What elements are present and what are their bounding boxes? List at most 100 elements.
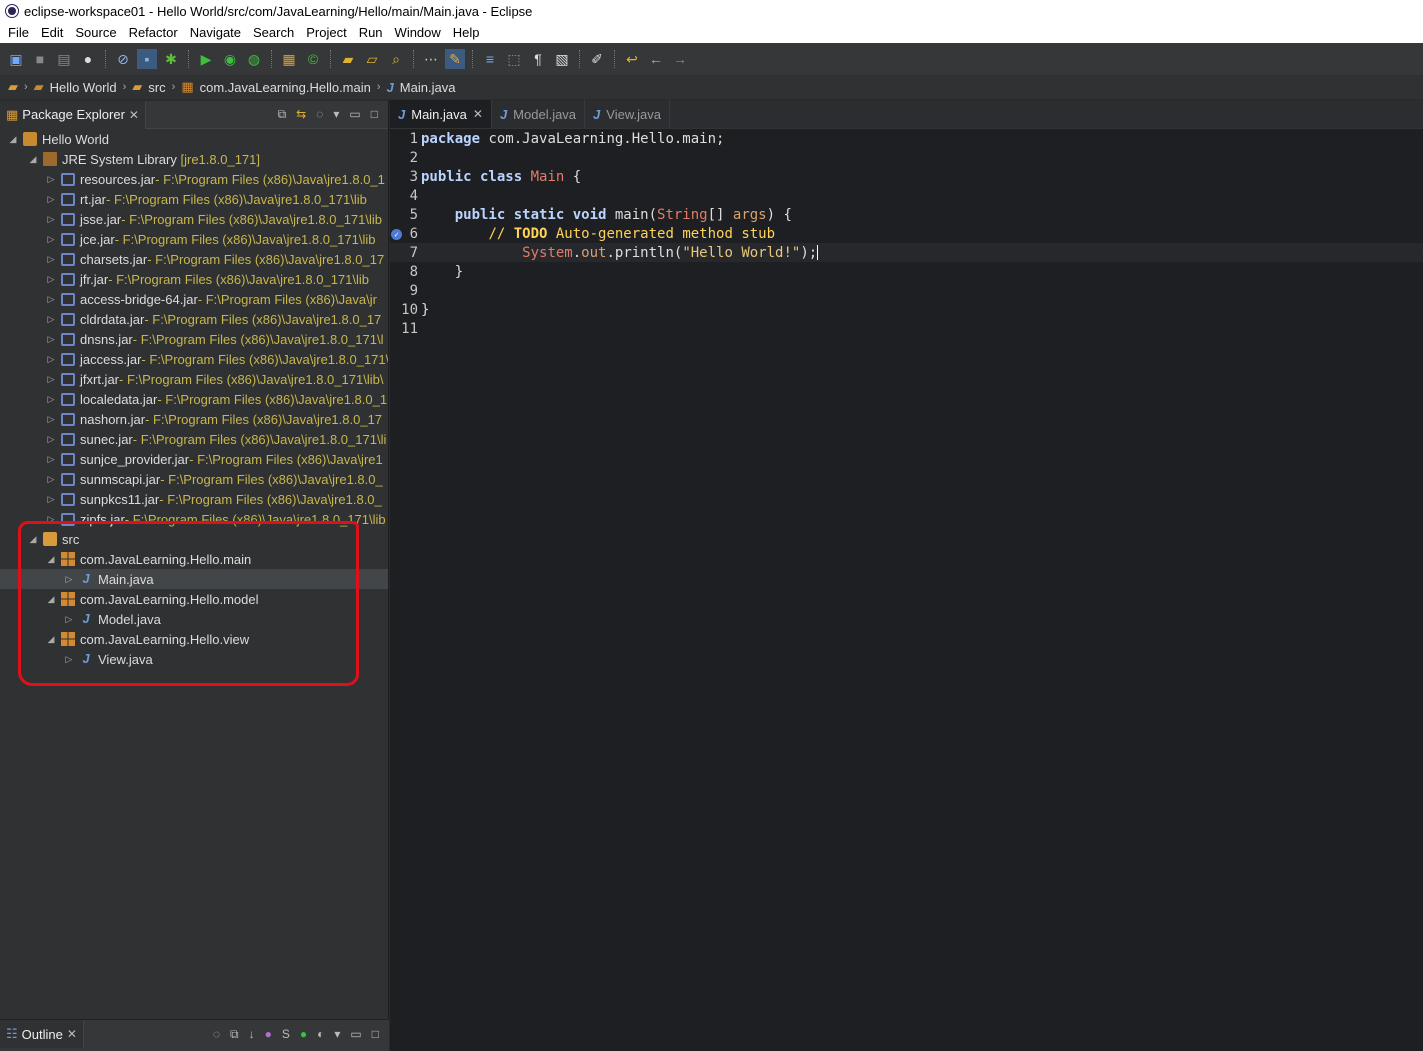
debug-icon[interactable]: ✱ <box>161 49 181 69</box>
collapse-icon[interactable]: ▷ <box>44 294 58 305</box>
collapse-all-icon[interactable]: ⧉ <box>278 107 287 122</box>
save-icon[interactable]: ■ <box>30 49 50 69</box>
toggle-mark-icon[interactable]: ▪ <box>137 49 157 69</box>
collapse-icon[interactable]: ▷ <box>44 354 58 365</box>
tree-file-model[interactable]: ▷ J Model.java <box>0 609 388 629</box>
tree-jar[interactable]: ▷ zipfs.jar - F:\Program Files (x86)\Java… <box>0 509 388 529</box>
task-marker-icon[interactable]: ✓ <box>391 228 402 240</box>
tree-jar[interactable]: ▷ jsse.jar - F:\Program Files (x86)\Java\… <box>0 209 388 229</box>
collapse-icon[interactable]: ▷ <box>44 414 58 425</box>
menu-source[interactable]: Source <box>69 25 122 40</box>
breadcrumb-folder[interactable]: src <box>148 80 165 95</box>
account-icon[interactable]: ● <box>78 49 98 69</box>
tree-package-model[interactable]: ◢ com.JavaLearning.Hello.model <box>0 589 388 609</box>
tab-package-explorer[interactable]: ▦ Package Explorer ✕ <box>0 100 146 129</box>
breadcrumb-package[interactable]: com.JavaLearning.Hello.main <box>200 80 371 95</box>
menu-search[interactable]: Search <box>247 25 300 40</box>
menu-help[interactable]: Help <box>447 25 486 40</box>
coverage-icon[interactable]: ◉ <box>220 49 240 69</box>
expand-icon[interactable]: ◢ <box>44 554 58 565</box>
tab-main-java[interactable]: J Main.java ✕ <box>390 100 492 128</box>
collapse-icon[interactable]: ▷ <box>44 194 58 205</box>
tab-view-java[interactable]: J View.java <box>585 100 670 128</box>
tree-package-main[interactable]: ◢ com.JavaLearning.Hello.main <box>0 549 388 569</box>
expand-icon[interactable]: ◢ <box>44 594 58 605</box>
collapse-icon[interactable]: ▷ <box>44 214 58 225</box>
menu-run[interactable]: Run <box>353 25 389 40</box>
menu-refactor[interactable]: Refactor <box>123 25 184 40</box>
collapse-icon[interactable]: ▷ <box>44 174 58 185</box>
close-icon[interactable]: ✕ <box>473 107 483 121</box>
expand-icon[interactable]: ◢ <box>44 634 58 645</box>
menu-edit[interactable]: Edit <box>35 25 69 40</box>
open-type-icon[interactable]: ▰ <box>338 49 358 69</box>
collapse-icon[interactable]: ▷ <box>44 374 58 385</box>
back-icon[interactable]: ← <box>646 49 666 69</box>
workspace-icon[interactable]: ▰ <box>8 79 18 95</box>
focus-icon[interactable]: ◌ <box>316 107 323 122</box>
focus-icon[interactable]: ◌ <box>213 1027 220 1042</box>
new-icon[interactable]: ▣ <box>6 49 26 69</box>
link-with-editor-icon[interactable]: ⇆ <box>296 107 306 122</box>
hide-local-types-icon[interactable]: ◐ <box>317 1027 324 1042</box>
run-icon[interactable]: ▶ <box>196 49 216 69</box>
collapse-icon[interactable]: ▷ <box>44 434 58 445</box>
tree-jar[interactable]: ▷ nashorn.jar - F:\Program Files (x86)\Ja… <box>0 409 388 429</box>
tree-jar[interactable]: ▷ charsets.jar - F:\Program Files (x86)\J… <box>0 249 388 269</box>
expand-icon[interactable]: ◢ <box>26 534 40 545</box>
hide-static-icon[interactable]: S <box>282 1027 290 1042</box>
tree-package-view[interactable]: ◢ com.JavaLearning.Hello.view <box>0 629 388 649</box>
view-menu-icon[interactable]: ▾ <box>333 107 339 122</box>
tree-jar[interactable]: ▷ jfr.jar - F:\Program Files (x86)\Java\j… <box>0 269 388 289</box>
show-whitespace-icon[interactable]: ¶ <box>528 49 548 69</box>
collapse-icon[interactable]: ▷ <box>44 314 58 325</box>
tree-jar[interactable]: ▷ cldrdata.jar - F:\Program Files (x86)\J… <box>0 309 388 329</box>
view-menu-icon[interactable]: ▾ <box>334 1027 340 1042</box>
collapse-icon[interactable]: ▷ <box>62 574 76 585</box>
tree-jar[interactable]: ▷ sunmscapi.jar - F:\Program Files (x86)\… <box>0 469 388 489</box>
tree-jre-library[interactable]: ◢ JRE System Library [jre1.8.0_171] <box>0 149 388 169</box>
toggle-breadcrumb-icon[interactable]: ⋯ <box>421 49 441 69</box>
tree-jar[interactable]: ▷ localedata.jar - F:\Program Files (x86)… <box>0 389 388 409</box>
menu-project[interactable]: Project <box>300 25 352 40</box>
expand-icon[interactable]: ◢ <box>26 154 40 165</box>
close-icon[interactable]: ✕ <box>129 108 139 122</box>
menu-file[interactable]: File <box>2 25 35 40</box>
word-wrap-icon[interactable]: ≡ <box>480 49 500 69</box>
collapse-icon[interactable]: ▷ <box>44 394 58 405</box>
tree-jar[interactable]: ▷ sunec.jar - F:\Program Files (x86)\Java… <box>0 429 388 449</box>
external-tools-icon[interactable]: ◍ <box>244 49 264 69</box>
collapse-all-icon[interactable]: ⧉ <box>230 1027 239 1042</box>
annotation-icon[interactable]: ▧ <box>552 49 572 69</box>
mark-occurrences-icon[interactable]: ✎ <box>445 49 465 69</box>
tree-file-main[interactable]: ▷ J Main.java <box>0 569 388 589</box>
tree-jar[interactable]: ▷ jce.jar - F:\Program Files (x86)\Java\j… <box>0 229 388 249</box>
tree-jar[interactable]: ▷ dnsns.jar - F:\Program Files (x86)\Java… <box>0 329 388 349</box>
new-java-class-icon[interactable]: © <box>303 49 323 69</box>
last-edit-icon[interactable]: ↩ <box>622 49 642 69</box>
tree-file-view[interactable]: ▷ J View.java <box>0 649 388 669</box>
menu-navigate[interactable]: Navigate <box>184 25 247 40</box>
breadcrumb-file[interactable]: Main.java <box>400 80 456 95</box>
menu-window[interactable]: Window <box>389 25 447 40</box>
minimize-icon[interactable]: ▭ <box>349 107 360 122</box>
save-all-icon[interactable]: ▤ <box>54 49 74 69</box>
collapse-icon[interactable]: ▷ <box>44 334 58 345</box>
tree-jar[interactable]: ▷ jaccess.jar - F:\Program Files (x86)\Ja… <box>0 349 388 369</box>
maximize-icon[interactable]: □ <box>372 1027 379 1042</box>
block-selection-icon[interactable]: ⬚ <box>504 49 524 69</box>
collapse-icon[interactable]: ▷ <box>62 654 76 665</box>
code-area[interactable]: 1 package com.JavaLearning.Hello.main; 2 … <box>390 129 1423 338</box>
tree-jar[interactable]: ▷ rt.jar - F:\Program Files (x86)\Java\jr… <box>0 189 388 209</box>
forward-icon[interactable]: → <box>670 49 690 69</box>
expand-icon[interactable]: ◢ <box>6 134 20 145</box>
sort-icon[interactable]: ↓ <box>249 1027 255 1042</box>
hide-nonpublic-icon[interactable]: ● <box>300 1027 307 1042</box>
tree-jar[interactable]: ▷ access-bridge-64.jar - F:\Program Files… <box>0 289 388 309</box>
search-icon[interactable]: ⌕ <box>386 49 406 69</box>
minimize-icon[interactable]: ▭ <box>350 1027 361 1042</box>
tree-jar[interactable]: ▷ sunjce_provider.jar - F:\Program Files … <box>0 449 388 469</box>
collapse-icon[interactable]: ▷ <box>44 514 58 525</box>
tab-model-java[interactable]: J Model.java <box>492 100 586 128</box>
collapse-icon[interactable]: ▷ <box>62 614 76 625</box>
